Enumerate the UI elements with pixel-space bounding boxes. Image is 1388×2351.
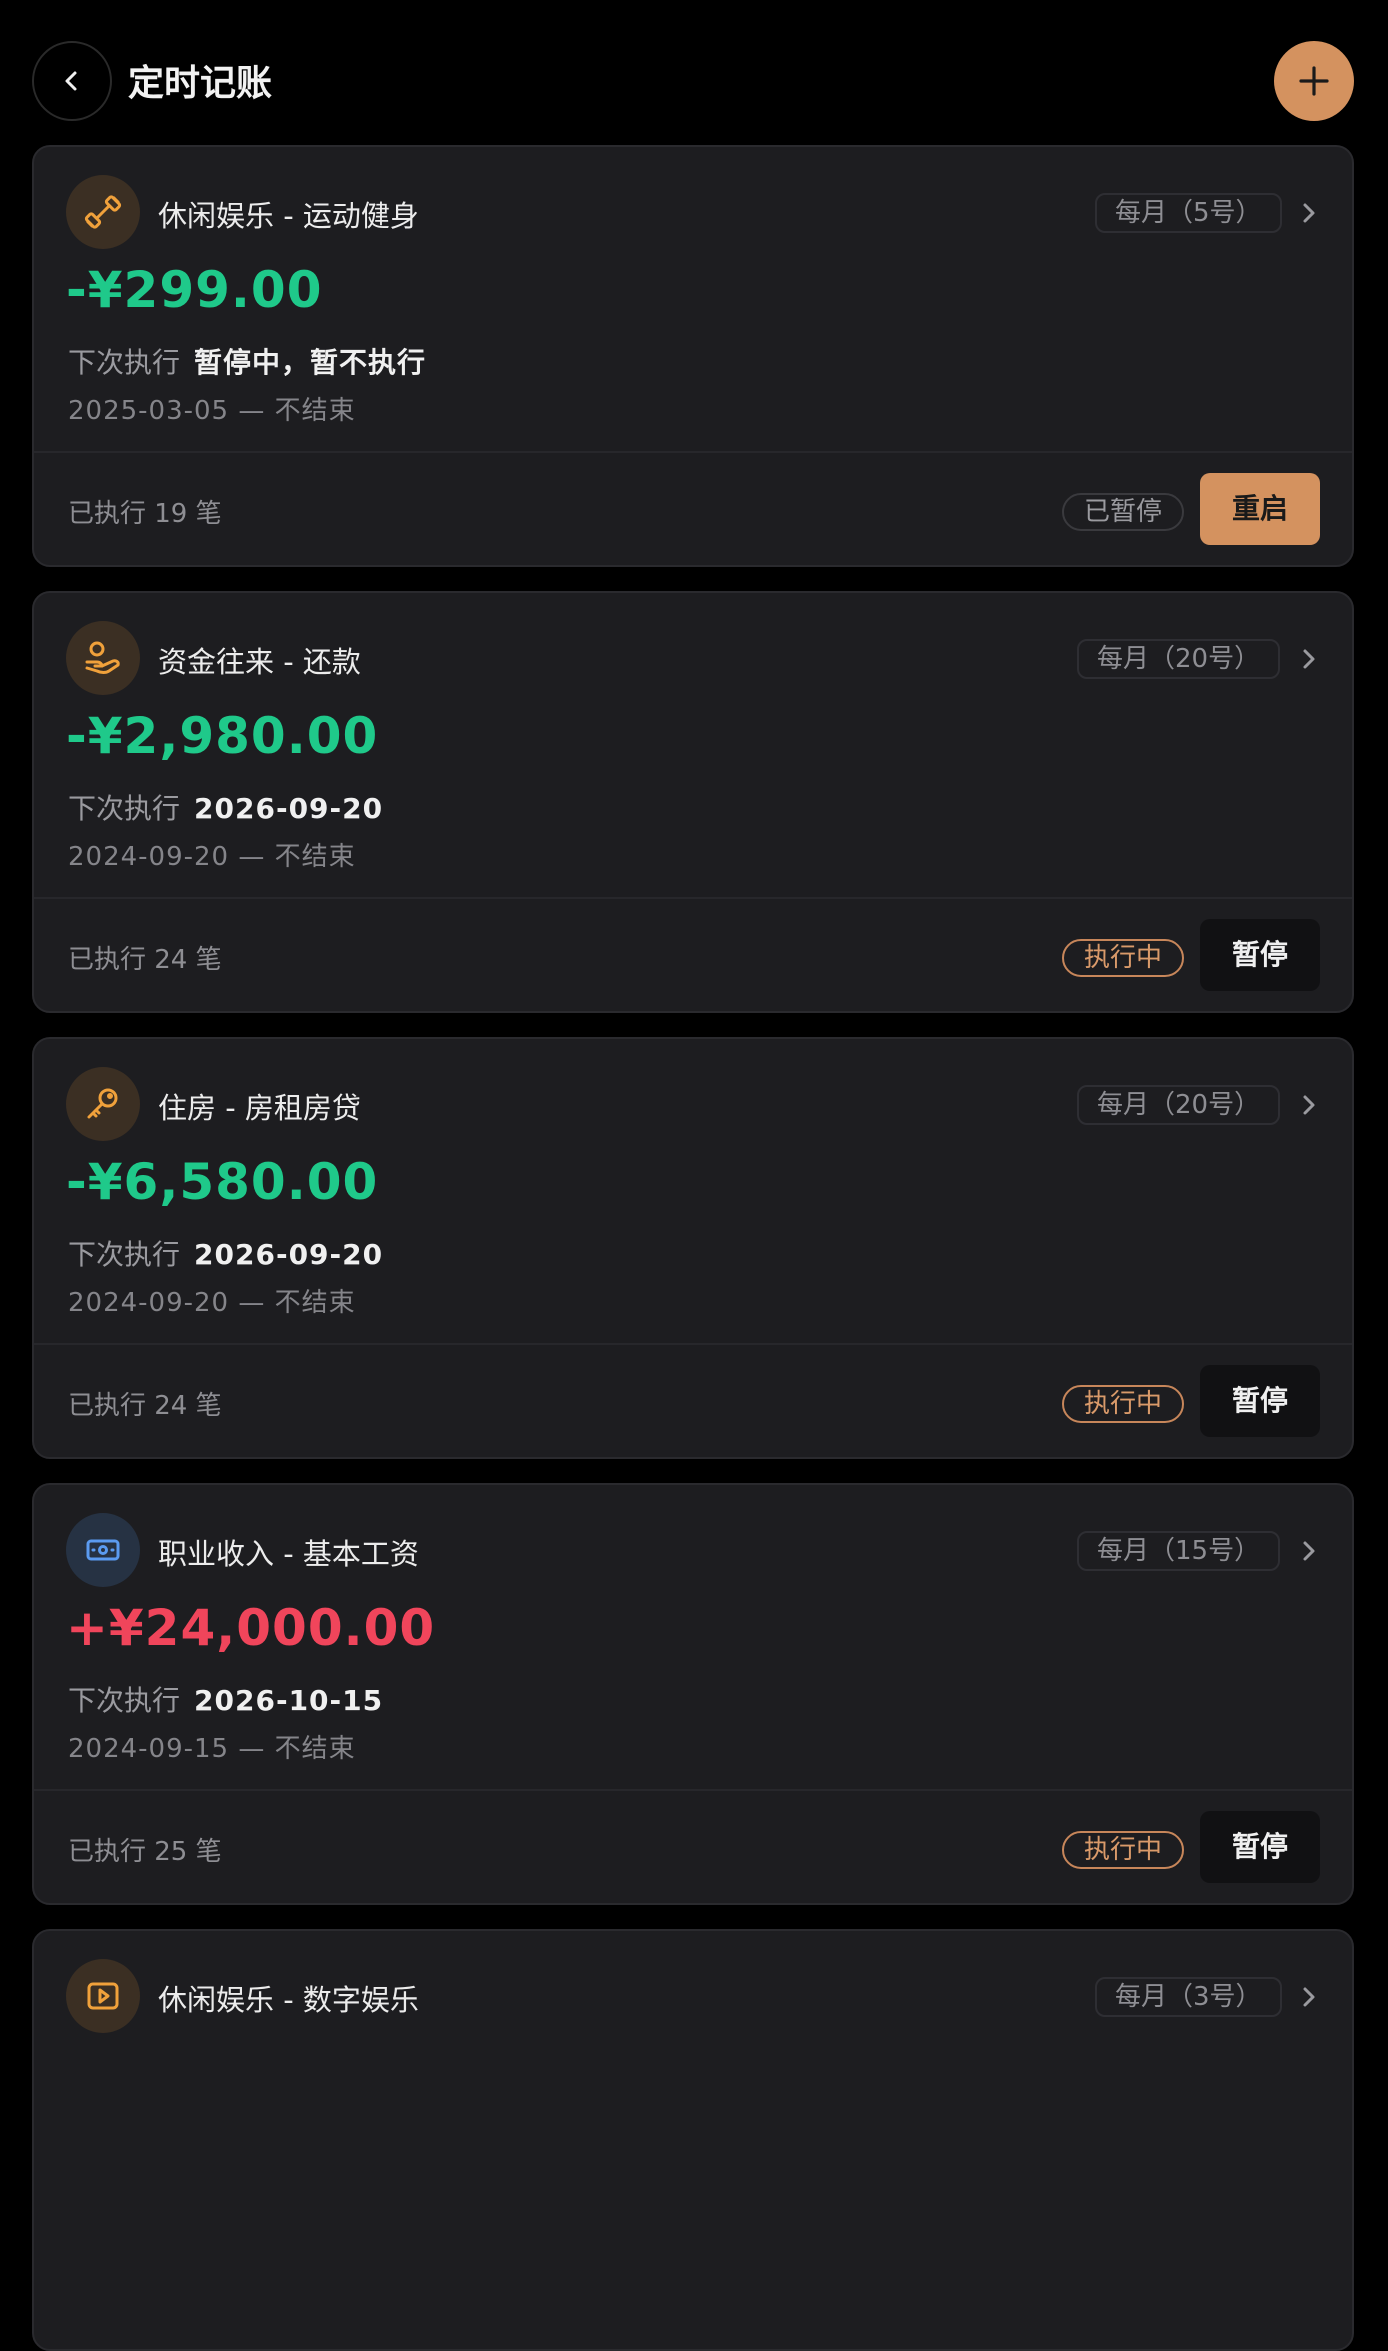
divider [34,1789,1352,1791]
next-value: 2026-09-20 [194,1238,384,1271]
header: 定时记账 [0,0,1388,145]
status-badge: 执行中 [1062,1385,1184,1423]
category-icon [66,1067,140,1141]
scheduled-entry-card[interactable]: 休闲娱乐 - 运动健身 每月（5号） -¥299.00 下次执行 暂停中，暂不执行… [32,145,1354,567]
next-label: 下次执行 [68,792,181,825]
amount: -¥6,580.00 [66,1153,379,1211]
next-value: 暂停中，暂不执行 [194,346,427,379]
pause-button[interactable]: 暂停 [1200,919,1320,991]
chevron-left-icon [65,71,77,91]
executed-count: 已执行 24 笔 [68,945,222,975]
executed-count: 已执行 19 笔 [68,499,222,529]
date-range: 2024-09-15 — 不结束 [68,1734,356,1764]
category-name: 住房 - 房租房贷 [158,1091,361,1125]
chevron-right-icon[interactable] [1294,1981,1324,2013]
next-label: 下次执行 [68,1238,181,1271]
status-badge: 执行中 [1062,939,1184,977]
frequency-badge: 每月（3号） [1095,1977,1282,2017]
resume-button[interactable]: 重启 [1200,473,1320,545]
frequency-badge: 每月（20号） [1077,1085,1281,1125]
category-icon [66,1513,140,1587]
pause-button[interactable]: 暂停 [1200,1365,1320,1437]
page-title: 定时记账 [128,63,273,104]
next-execution: 下次执行 2026-09-20 [68,1233,383,1273]
scheduled-entry-card[interactable]: 职业收入 - 基本工资 每月（15号） +¥24,000.00 下次执行 2026… [32,1483,1354,1905]
category-icon [66,175,140,249]
hand-money-icon [85,641,120,674]
status-badge: 执行中 [1062,1831,1184,1869]
plus-icon [1299,66,1329,96]
key-icon [87,1088,118,1119]
next-value: 2026-10-15 [194,1684,384,1717]
next-execution: 下次执行 暂停中，暂不执行 [68,341,426,381]
scheduled-entry-card[interactable]: 住房 - 房租房贷 每月（20号） -¥6,580.00 下次执行 2026-09… [32,1037,1354,1459]
category-name: 职业收入 - 基本工资 [158,1537,419,1571]
category-name: 资金往来 - 还款 [158,645,361,679]
dumbbell-icon [84,195,122,229]
play-icon [87,1982,119,2010]
date-range: 2024-09-20 — 不结束 [68,1288,356,1318]
add-button[interactable] [1274,41,1354,121]
date-range: 2024-09-20 — 不结束 [68,842,356,872]
next-label: 下次执行 [68,346,181,379]
next-execution: 下次执行 2026-09-20 [68,787,383,827]
category-name: 休闲娱乐 - 数字娱乐 [158,1983,419,2017]
pause-button[interactable]: 暂停 [1200,1811,1320,1883]
amount: +¥24,000.00 [66,1599,436,1657]
divider [34,451,1352,453]
next-execution: 下次执行 2026-10-15 [68,1679,383,1719]
executed-count: 已执行 25 笔 [68,1837,222,1867]
next-value: 2026-09-20 [194,792,384,825]
chevron-right-icon[interactable] [1294,1535,1324,1567]
divider [34,1343,1352,1345]
chevron-right-icon[interactable] [1294,643,1324,675]
back-button[interactable] [32,41,112,121]
amount: -¥2,980.00 [66,707,379,765]
date-range: 2025-03-05 — 不结束 [68,396,356,426]
category-name: 休闲娱乐 - 运动健身 [158,199,419,233]
scheduled-entry-card[interactable]: 休闲娱乐 - 数字娱乐 每月（3号） [32,1929,1354,2351]
status-badge: 已暂停 [1062,493,1184,531]
amount: -¥299.00 [66,261,323,319]
frequency-badge: 每月（5号） [1095,193,1282,233]
frequency-badge: 每月（15号） [1077,1531,1281,1571]
executed-count: 已执行 24 笔 [68,1391,222,1421]
chevron-right-icon[interactable] [1294,1089,1324,1121]
divider [34,897,1352,899]
category-icon [66,621,140,695]
next-label: 下次执行 [68,1684,181,1717]
scheduled-entry-card[interactable]: 资金往来 - 还款 每月（20号） -¥2,980.00 下次执行 2026-09… [32,591,1354,1013]
frequency-badge: 每月（20号） [1077,639,1281,679]
chevron-right-icon[interactable] [1294,197,1324,229]
category-icon [66,1959,140,2033]
cash-icon [86,1539,120,1561]
